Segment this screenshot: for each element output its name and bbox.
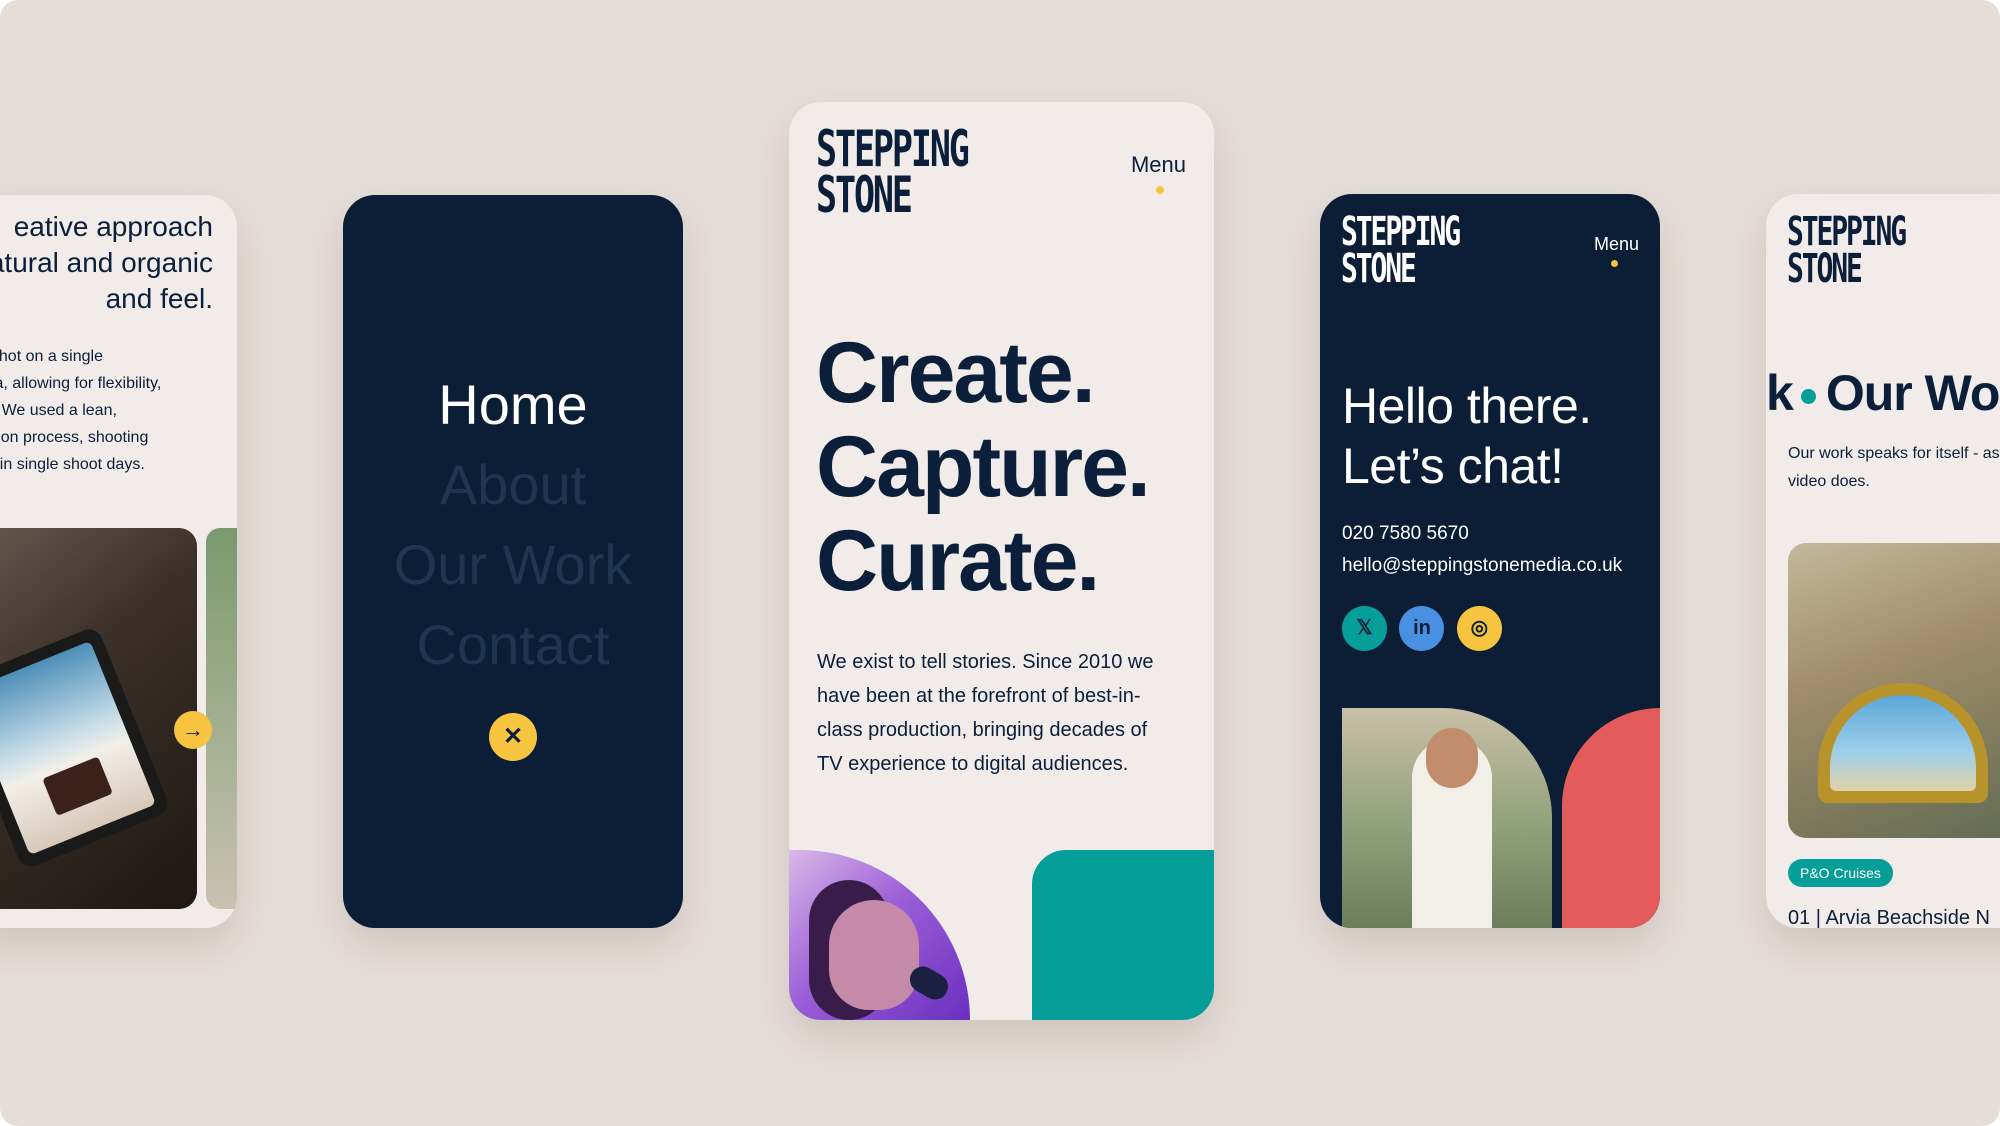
intro-line: class production, bringing decades of (817, 719, 1148, 741)
intro-line: TV experience to digital audiences. (817, 753, 1129, 775)
contact-screen: STEPPING STONE Menu Hello there. Let’s c… (1320, 194, 1660, 928)
hero-line: Create. (816, 325, 1096, 421)
stepping-stone-logo[interactable]: STEPPING STONE (1341, 212, 1461, 292)
menu-indicator-dot (1611, 260, 1618, 267)
contact-heading: Hello there. Let’s chat! (1342, 376, 1592, 496)
logo-line: STONE (1341, 245, 1417, 292)
cake-shape (42, 756, 113, 816)
marquee-prefix: k (1766, 365, 1794, 421)
hero-heading: Create. Capture. Curate. (816, 325, 1151, 609)
stepping-stone-logo[interactable]: STEPPING STONE (1787, 212, 1907, 292)
woman-head-shape (1426, 728, 1478, 788)
marquee-heading: Our Wo (1825, 365, 2000, 421)
menu-item-our-work[interactable]: Our Work (343, 525, 683, 605)
our-work-body-line: Our work speaks for itself - as (1788, 445, 2000, 462)
tablet-shape (0, 625, 172, 871)
about-body-line: ease. We used a lean, (0, 402, 117, 419)
teal-dot-icon (1800, 389, 1816, 405)
stepping-stone-logo[interactable]: STEPPING STONE (816, 124, 970, 224)
hero-line: Curate. (816, 513, 1100, 609)
menu-item-contact[interactable]: Contact (343, 605, 683, 685)
intro-line: We exist to tell stories. Since 2010 we (817, 651, 1154, 673)
showcase-canvas: eative approach atural and organic and f… (0, 0, 2000, 1126)
menu-button[interactable]: Menu (1594, 234, 1639, 255)
contact-heading-line: Let’s chat! (1342, 438, 1564, 494)
arrow-right-icon[interactable]: → (174, 711, 212, 749)
close-icon[interactable]: ✕ (489, 713, 537, 761)
x-twitter-icon[interactable]: 𝕏 (1342, 606, 1387, 651)
our-work-screen: STEPPING STONE k Our Wo Our work speaks f… (1766, 194, 2000, 928)
about-body-line: amera, allowing for flexibility, (0, 375, 162, 392)
contact-heading-line: Hello there. (1342, 378, 1592, 434)
our-work-body-line: video does. (1788, 473, 1870, 490)
logo-line: STONE (816, 166, 913, 224)
tablet-screen (0, 640, 157, 856)
about-heading-line: and feel. (105, 283, 213, 314)
woman-photo (1342, 708, 1552, 928)
teal-decorative-block (1032, 850, 1214, 1020)
porthole-frame-shape (1818, 683, 1988, 803)
about-heading-line: atural and organic (0, 247, 213, 278)
case-study-image[interactable] (1788, 543, 2000, 838)
home-screen: STEPPING STONE Menu Create. Capture. Cur… (789, 102, 1214, 1020)
our-work-heading: k Our Wo (1766, 364, 2000, 422)
phone-number-link[interactable]: 020 7580 5670 (1342, 523, 1469, 545)
instagram-icon[interactable]: ◎ (1456, 606, 1502, 651)
hero-line: Capture. (816, 419, 1151, 515)
about-heading: eative approach atural and organic and f… (0, 209, 237, 317)
case-study-title[interactable]: 01 | Arvia Beachside N (1788, 907, 1990, 928)
singer-image (789, 850, 970, 1020)
intro-line: have been at the forefront of best-in- (817, 685, 1141, 707)
menu-overlay-screen: Home About Our Work Contact ✕ (343, 195, 683, 928)
logo-line: STONE (1787, 245, 1863, 292)
about-body-line: cipes in single shoot days. (0, 456, 145, 473)
our-work-body: Our work speaks for itself - as video do… (1788, 440, 2000, 496)
singer-face-shape (829, 900, 919, 1010)
menu-indicator-dot (1156, 186, 1164, 194)
second-gallery-image[interactable] (206, 528, 237, 909)
social-links: 𝕏 in ◎ (1342, 606, 1510, 651)
client-tag[interactable]: P&O Cruises (1788, 859, 1893, 887)
coral-decorative-block (1562, 708, 1660, 928)
about-screen: eative approach atural and organic and f… (0, 195, 237, 928)
porthole-view-shape (1830, 695, 1976, 791)
linkedin-icon[interactable]: in (1399, 606, 1445, 651)
intro-text: We exist to tell stories. Since 2010 we … (817, 645, 1197, 781)
about-body-text: was shot on a single amera, allowing for… (0, 343, 213, 478)
menu-item-home[interactable]: Home (343, 365, 683, 445)
about-body-line: oduction process, shooting (0, 429, 149, 446)
food-filming-image (0, 528, 197, 909)
main-menu: Home About Our Work Contact (343, 365, 683, 685)
email-link[interactable]: hello@steppingstonemedia.co.uk (1342, 555, 1622, 577)
menu-item-about[interactable]: About (343, 445, 683, 525)
menu-button[interactable]: Menu (1131, 152, 1186, 178)
about-body-line: was shot on a single (0, 348, 103, 365)
about-heading-line: eative approach (13, 211, 213, 242)
